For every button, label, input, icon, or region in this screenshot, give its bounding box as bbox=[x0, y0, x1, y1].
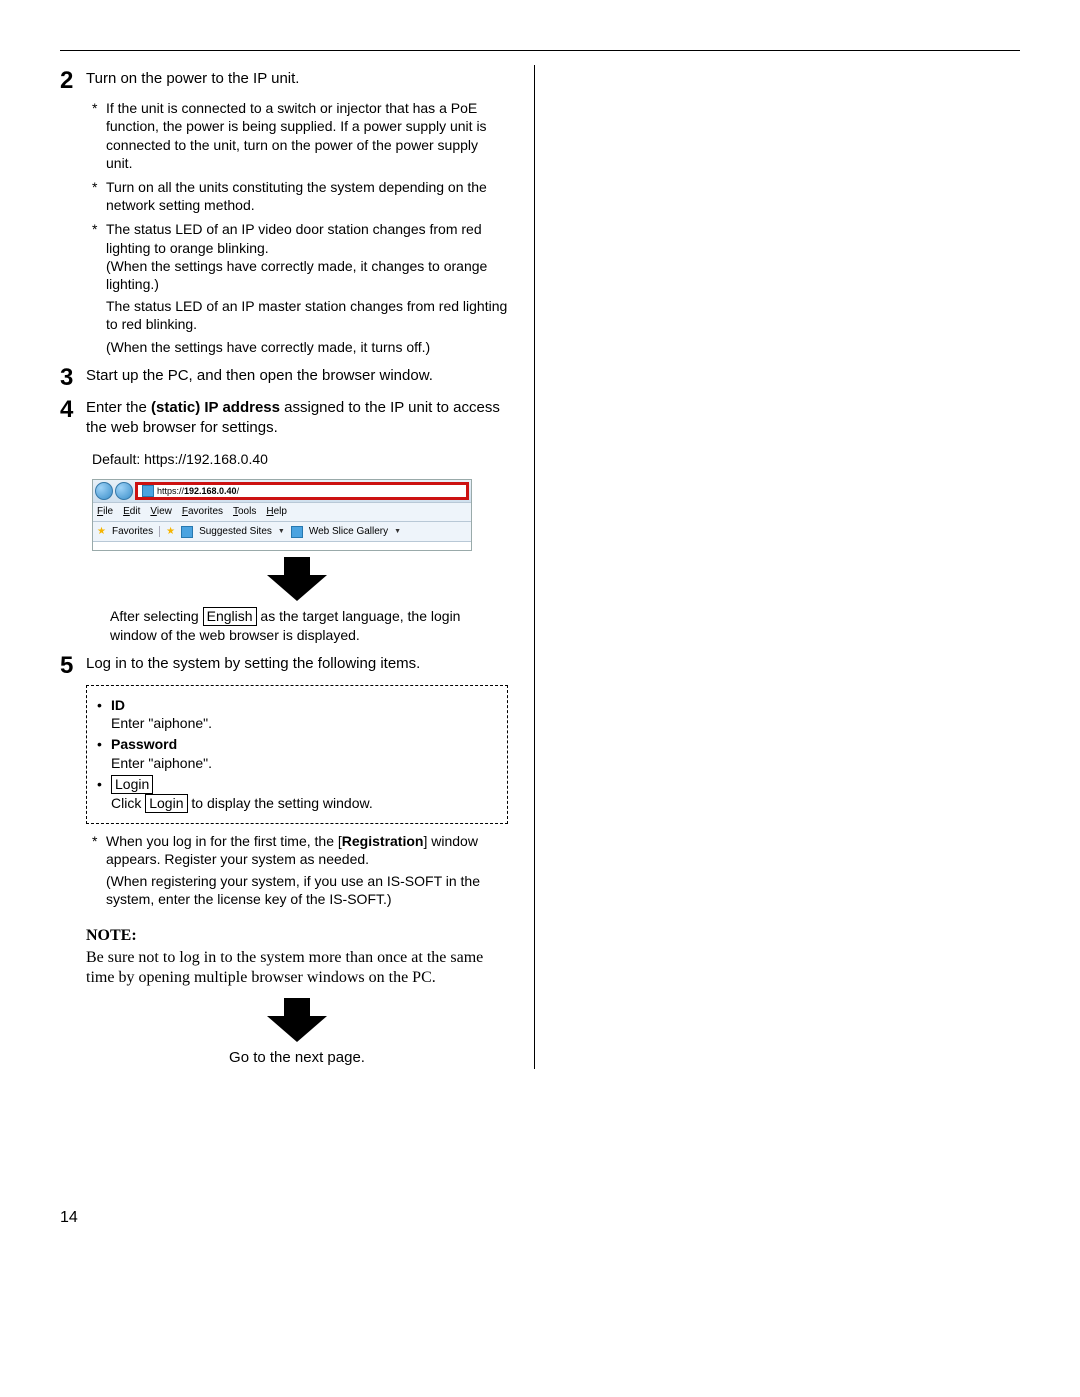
manual-page: 2 Turn on the power to the IP unit. * If… bbox=[0, 0, 1080, 1257]
text: Enter the bbox=[86, 399, 151, 416]
text-bold: Registration bbox=[342, 833, 424, 849]
arrow-down-icon bbox=[267, 557, 327, 601]
note-heading: NOTE: bbox=[86, 925, 508, 947]
step-body: Log in to the system by setting the foll… bbox=[86, 654, 508, 1068]
page-icon bbox=[142, 485, 154, 497]
sub-note: * If the unit is connected to a switch o… bbox=[92, 99, 508, 172]
menu-item: Help bbox=[266, 505, 287, 519]
bullet-dot: • bbox=[97, 775, 111, 813]
address-text: https://192.168.0.40/ bbox=[157, 485, 239, 497]
step-body: Turn on the power to the IP unit. * If t… bbox=[86, 69, 508, 360]
asterisk: * bbox=[92, 178, 106, 214]
sub-continuation: (When the settings have correctly made, … bbox=[106, 338, 508, 356]
forward-icon bbox=[115, 482, 133, 500]
bullet-body: Login Click Login to display the setting… bbox=[111, 775, 497, 813]
sub-text: When you log in for the first time, the … bbox=[106, 832, 508, 868]
step-4: 4 Enter the (static) IP address assigned… bbox=[60, 398, 508, 646]
text-bold: (static) IP address bbox=[151, 399, 280, 416]
bullet-dot: • bbox=[97, 735, 111, 773]
menu-item: View bbox=[150, 505, 172, 519]
step-title: Turn on the power to the IP unit. bbox=[86, 69, 508, 89]
after-language-text: After selecting English as the target la… bbox=[110, 607, 508, 644]
sub-continuation: (When registering your system, if you us… bbox=[106, 872, 508, 908]
text: Click bbox=[111, 795, 145, 811]
step-3: 3 Start up the PC, and then open the bro… bbox=[60, 366, 508, 396]
login-box: Login bbox=[145, 794, 187, 813]
sub-text: Turn on all the units constituting the s… bbox=[106, 178, 508, 214]
dropdown-icon: ▼ bbox=[278, 527, 285, 536]
fav-link: Web Slice Gallery bbox=[309, 525, 388, 539]
sub-text: If the unit is connected to a switch or … bbox=[106, 99, 508, 172]
password-label: Password bbox=[111, 736, 177, 752]
page-icon bbox=[181, 526, 193, 538]
star-icon: ★ bbox=[97, 525, 106, 539]
step-5: 5 Log in to the system by setting the fo… bbox=[60, 654, 508, 1068]
language-box: English bbox=[203, 607, 257, 626]
page-icon bbox=[291, 526, 303, 538]
bullet-item: • ID Enter "aiphone". bbox=[97, 696, 497, 734]
fav-link: Suggested Sites bbox=[199, 525, 272, 539]
page-number: 14 bbox=[60, 1209, 1020, 1227]
back-icon bbox=[95, 482, 113, 500]
sub-note: * The status LED of an IP video door sta… bbox=[92, 220, 508, 293]
left-column: 2 Turn on the power to the IP unit. * If… bbox=[60, 65, 534, 1069]
text: The status LED of an IP video door stati… bbox=[106, 221, 482, 255]
step-number: 2 bbox=[60, 69, 86, 360]
id-text: Enter "aiphone". bbox=[111, 715, 212, 731]
id-label: ID bbox=[111, 697, 125, 713]
menu-item: Favorites bbox=[182, 505, 223, 519]
step-title: Log in to the system by setting the foll… bbox=[86, 654, 508, 674]
note-body: Be sure not to log in to the system more… bbox=[86, 948, 508, 988]
bullet-body: Password Enter "aiphone". bbox=[111, 735, 497, 773]
browser-favorites-bar: ★ Favorites ★ Suggested Sites ▼ Web Slic… bbox=[93, 521, 471, 542]
login-items-box: • ID Enter "aiphone". • Password Enter "… bbox=[86, 685, 508, 824]
right-column bbox=[535, 65, 1020, 1069]
star-icon: ★ bbox=[166, 525, 175, 539]
browser-menu: File Edit View Favorites Tools Help bbox=[93, 502, 471, 521]
menu-item: Tools bbox=[233, 505, 256, 519]
step-number: 3 bbox=[60, 366, 86, 396]
dropdown-icon: ▼ bbox=[394, 527, 401, 536]
login-box: Login bbox=[111, 775, 153, 794]
text: After selecting bbox=[110, 608, 203, 624]
text: static) IP address bbox=[156, 399, 280, 416]
browser-screenshot: https://192.168.0.40/ File Edit View Fav… bbox=[92, 479, 472, 551]
asterisk: * bbox=[92, 832, 106, 868]
bullet-dot: • bbox=[97, 696, 111, 734]
browser-viewport bbox=[93, 541, 471, 550]
asterisk: * bbox=[92, 99, 106, 172]
asterisk: * bbox=[92, 220, 106, 293]
next-page-text: Go to the next page. bbox=[86, 1048, 508, 1068]
sub-note: * Turn on all the units constituting the… bbox=[92, 178, 508, 214]
bullet-item: • Password Enter "aiphone". bbox=[97, 735, 497, 773]
url-suffix: / bbox=[237, 486, 240, 496]
two-column-layout: 2 Turn on the power to the IP unit. * If… bbox=[60, 65, 1020, 1069]
sub-text: The status LED of an IP video door stati… bbox=[106, 220, 508, 293]
text: When you log in for the first time, the … bbox=[106, 833, 342, 849]
favorites-label: Favorites bbox=[112, 525, 153, 539]
arrow-down-icon bbox=[267, 998, 327, 1042]
step-body: Start up the PC, and then open the brows… bbox=[86, 366, 508, 396]
bullet-item: • Login Click Login to display the setti… bbox=[97, 775, 497, 813]
sub-continuation: The status LED of an IP master station c… bbox=[106, 297, 508, 333]
browser-toolbar: https://192.168.0.40/ bbox=[93, 480, 471, 502]
step-title: Enter the (static) IP address assigned t… bbox=[86, 398, 508, 439]
address-bar-highlight: https://192.168.0.40/ bbox=[135, 482, 469, 500]
sub-note: * When you log in for the first time, th… bbox=[92, 832, 508, 868]
url-host: 192.168.0.40 bbox=[184, 486, 237, 496]
top-rule bbox=[60, 50, 1020, 51]
text: to display the setting window. bbox=[188, 795, 373, 811]
menu-item: File bbox=[97, 505, 113, 519]
text: (When the settings have correctly made, … bbox=[106, 258, 487, 292]
password-text: Enter "aiphone". bbox=[111, 755, 212, 771]
step-body: Enter the (static) IP address assigned t… bbox=[86, 398, 508, 646]
url-prefix: https:// bbox=[157, 486, 184, 496]
step-title: Start up the PC, and then open the brows… bbox=[86, 366, 508, 386]
step-number: 5 bbox=[60, 654, 86, 1068]
step-2: 2 Turn on the power to the IP unit. * If… bbox=[60, 69, 508, 360]
bullet-body: ID Enter "aiphone". bbox=[111, 696, 497, 734]
menu-item: Edit bbox=[123, 505, 140, 519]
step-number: 4 bbox=[60, 398, 86, 646]
default-url: Default: https://192.168.0.40 bbox=[92, 450, 508, 469]
